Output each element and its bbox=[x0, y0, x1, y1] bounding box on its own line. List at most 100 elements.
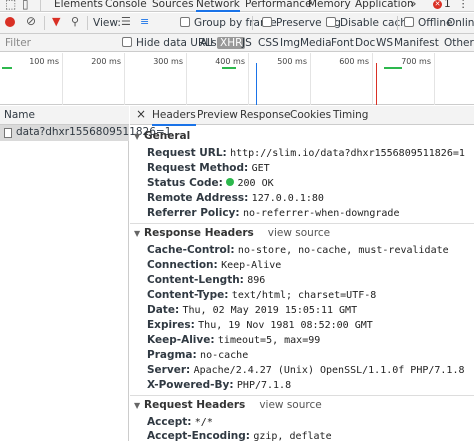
error-count: 1 bbox=[444, 0, 451, 10]
request-bar bbox=[384, 67, 402, 69]
tab-sources[interactable]: Sources bbox=[152, 0, 194, 10]
header-row: Accept: */* bbox=[147, 416, 213, 429]
header-value: Apache/2.4.27 (Unix) OpenSSL/1.1.0f PHP/… bbox=[193, 365, 465, 376]
expand-triangle-icon: ▼ bbox=[134, 401, 141, 410]
device-toolbar-icon[interactable]: ▯ bbox=[22, 0, 29, 11]
header-row: X-Powered-By: PHP/7.1.8 bbox=[147, 379, 291, 392]
header-key: Status Code: bbox=[147, 177, 223, 189]
header-value: 200 OK bbox=[237, 178, 274, 189]
header-value: GET bbox=[251, 163, 270, 174]
view-label: View: bbox=[93, 17, 121, 29]
tab-headers[interactable]: Headers bbox=[152, 109, 196, 126]
request-headers-section-header[interactable]: ▼ Request Headers view source bbox=[134, 399, 322, 412]
filter-type-img[interactable]: Img bbox=[280, 37, 300, 49]
section-title: General bbox=[144, 130, 191, 142]
header-value: 896 bbox=[247, 275, 266, 286]
tab-performance[interactable]: Performance bbox=[245, 0, 312, 10]
details-tab-bar: × Headers Preview Response Cookies Timin… bbox=[130, 106, 474, 126]
tab-elements[interactable]: Elements bbox=[54, 0, 103, 10]
tab-console[interactable]: Console bbox=[105, 0, 147, 10]
divider bbox=[130, 223, 474, 224]
filter-type-all[interactable]: All bbox=[200, 37, 213, 49]
expand-triangle-icon: ▼ bbox=[134, 229, 141, 238]
tab-application[interactable]: Application bbox=[355, 0, 414, 10]
offline-checkbox[interactable]: Offline bbox=[404, 17, 452, 30]
close-icon[interactable]: × bbox=[136, 108, 146, 121]
header-key: Remote Address: bbox=[147, 192, 249, 204]
checkbox-icon[interactable] bbox=[326, 17, 336, 27]
clear-icon[interactable]: ⊘ bbox=[26, 15, 36, 28]
record-icon[interactable] bbox=[5, 17, 15, 27]
filter-icon[interactable]: ▼ bbox=[52, 15, 60, 28]
filter-type-media[interactable]: Media bbox=[300, 37, 332, 49]
file-icon bbox=[4, 128, 12, 138]
header-key: Referrer Policy: bbox=[147, 207, 240, 219]
more-options-icon[interactable]: ⋮ bbox=[458, 0, 469, 10]
tab-memory[interactable]: Memory bbox=[308, 0, 351, 10]
view-source-link[interactable]: view source bbox=[268, 227, 330, 239]
gridline bbox=[186, 53, 187, 105]
response-headers-section-header[interactable]: ▼ Response Headers view source bbox=[134, 227, 330, 240]
header-row: Status Code: 200 OK bbox=[147, 177, 274, 190]
header-row: Cache-Control: no-store, no-cache, must-… bbox=[147, 244, 449, 257]
filter-type-css[interactable]: CSS bbox=[258, 37, 279, 49]
header-row: Content-Length: 896 bbox=[147, 274, 265, 287]
separator bbox=[252, 16, 253, 30]
checkbox-icon[interactable] bbox=[180, 17, 190, 27]
error-icon[interactable]: ✕ bbox=[433, 0, 442, 9]
filter-input[interactable]: Filter bbox=[5, 37, 31, 49]
tab-timing[interactable]: Timing bbox=[333, 109, 368, 122]
filter-type-ws[interactable]: WS bbox=[376, 37, 393, 49]
tab-preview[interactable]: Preview bbox=[197, 109, 238, 122]
filter-type-js[interactable]: JS bbox=[242, 37, 252, 49]
header-row: Remote Address: 127.0.0.1:80 bbox=[147, 192, 324, 205]
header-key: Expires: bbox=[147, 319, 195, 331]
waterfall-icon[interactable]: ≡ bbox=[140, 15, 149, 28]
load-marker bbox=[376, 63, 377, 105]
network-overview[interactable]: 100 ms 200 ms 300 ms 400 ms 500 ms 600 m… bbox=[0, 53, 474, 105]
checkbox-icon[interactable] bbox=[122, 37, 132, 47]
checkbox-icon[interactable] bbox=[404, 17, 414, 27]
expand-triangle-icon: ▼ bbox=[134, 132, 141, 141]
name-column-header[interactable]: Name bbox=[4, 109, 35, 121]
header-row: Referrer Policy: no-referrer-when-downgr… bbox=[147, 207, 399, 220]
header-row: Connection: Keep-Alive bbox=[147, 259, 281, 272]
header-value: text/html; charset=UTF-8 bbox=[231, 290, 377, 301]
more-tabs-button[interactable]: » bbox=[410, 0, 416, 10]
gridline bbox=[310, 53, 311, 105]
throttling-select[interactable]: Online bbox=[447, 17, 474, 30]
large-rows-icon[interactable]: ☰ bbox=[121, 15, 131, 28]
view-source-link[interactable]: view source bbox=[259, 399, 321, 411]
gridline bbox=[248, 53, 249, 105]
tick-label: 300 ms bbox=[153, 57, 183, 66]
disable-cache-label: Disable cache bbox=[340, 17, 414, 29]
filter-type-manifest[interactable]: Manifest bbox=[394, 37, 439, 49]
filter-type-doc[interactable]: Doc bbox=[355, 37, 375, 49]
general-section-header[interactable]: ▼ General bbox=[134, 130, 190, 143]
filter-type-font[interactable]: Font bbox=[331, 37, 354, 49]
section-title: Request Headers bbox=[144, 399, 246, 411]
checkbox-icon[interactable] bbox=[262, 17, 272, 27]
section-title: Response Headers bbox=[144, 227, 254, 239]
header-key: Pragma: bbox=[147, 349, 197, 361]
disable-cache-checkbox[interactable]: Disable cache bbox=[326, 17, 413, 30]
tick-label: 400 ms bbox=[215, 57, 245, 66]
header-key: Cache-Control: bbox=[147, 244, 235, 256]
tab-cookies[interactable]: Cookies bbox=[290, 109, 331, 122]
inspect-element-icon[interactable]: ⬚ bbox=[5, 0, 16, 11]
list-item[interactable]: data?dhxr1556809511826=1 bbox=[0, 125, 171, 141]
filter-bar: Filter Hide data URLs All XHR JS CSS Img… bbox=[0, 34, 474, 52]
search-icon[interactable]: ⚲ bbox=[71, 15, 79, 28]
header-key: Connection: bbox=[147, 259, 218, 271]
header-row: Date: Thu, 02 May 2019 15:05:11 GMT bbox=[147, 304, 357, 317]
header-key: Accept: bbox=[147, 416, 192, 428]
tab-response[interactable]: Response bbox=[240, 109, 290, 122]
separator bbox=[44, 16, 45, 30]
network-toolbar: ⊘ ▼ ⚲ View: ☰ ≡ Group by frame Preserve … bbox=[0, 13, 474, 34]
filter-type-other[interactable]: Other bbox=[444, 37, 474, 49]
header-value: Thu, 19 Nov 1981 08:52:00 GMT bbox=[198, 320, 373, 331]
tab-network[interactable]: Network bbox=[196, 0, 240, 12]
gridline bbox=[124, 53, 125, 105]
header-row: Request Method: GET bbox=[147, 162, 270, 175]
header-value: timeout=5, max=99 bbox=[217, 335, 321, 346]
